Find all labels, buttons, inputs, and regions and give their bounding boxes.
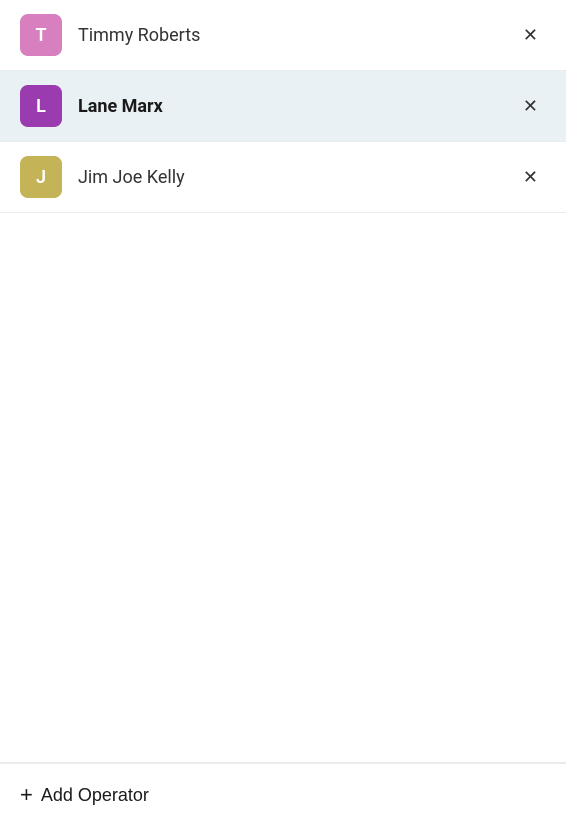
- operator-name: Timmy Roberts: [78, 25, 515, 46]
- add-operator-button[interactable]: + Add Operator: [20, 782, 149, 808]
- avatar: T: [20, 14, 62, 56]
- empty-space: [0, 213, 566, 763]
- avatar-initial: T: [35, 25, 46, 46]
- plus-icon: +: [20, 782, 33, 808]
- operator-row: L Lane Marx ✕: [0, 71, 566, 142]
- operator-list: T Timmy Roberts ✕ L Lane Marx ✕ J Jim Jo…: [0, 0, 566, 763]
- avatar-initial: L: [36, 96, 46, 117]
- add-operator-label: Add Operator: [41, 785, 149, 806]
- remove-operator-button[interactable]: ✕: [515, 22, 546, 48]
- operator-name: Lane Marx: [78, 96, 515, 117]
- remove-operator-button[interactable]: ✕: [515, 93, 546, 119]
- operator-row: T Timmy Roberts ✕: [0, 0, 566, 71]
- add-operator-bar: + Add Operator: [0, 763, 566, 826]
- remove-operator-button[interactable]: ✕: [515, 164, 546, 190]
- operator-name: Jim Joe Kelly: [78, 167, 515, 188]
- avatar-initial: J: [36, 167, 46, 188]
- operator-row: J Jim Joe Kelly ✕: [0, 142, 566, 213]
- avatar: L: [20, 85, 62, 127]
- avatar: J: [20, 156, 62, 198]
